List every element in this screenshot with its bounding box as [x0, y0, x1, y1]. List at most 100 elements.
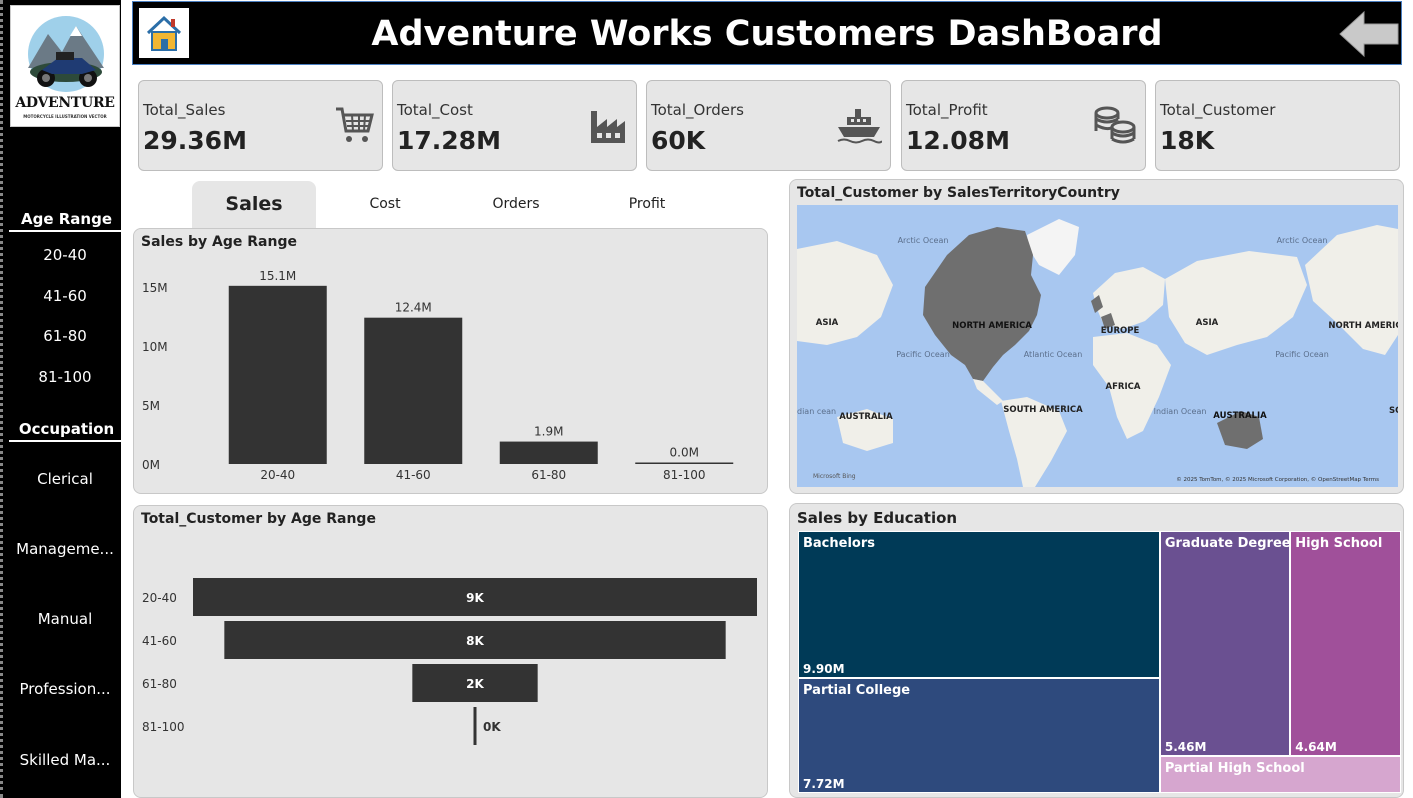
occupation-filter-professional[interactable]: Profession... — [9, 680, 121, 698]
map-attribution[interactable]: © 2025 TomTom, © 2025 Microsoft Corporat… — [1176, 476, 1379, 483]
map-label-north-america: NORTH AMERICA — [952, 321, 1032, 331]
kpi-card-total-orders: Total_Orders 60K — [646, 80, 891, 171]
treemap-tile-name: Bachelors — [803, 536, 875, 551]
age-filter-41-60[interactable]: 41-60 — [9, 287, 121, 305]
map-label-australia-right: AUSTRALIA — [1213, 411, 1267, 421]
customers-by-age-panel: Total_Customer by Age Range 20-40 9K 41-60… — [133, 505, 768, 798]
treemap-tile[interactable]: Partial College 7.72M — [798, 678, 1160, 793]
x-tick-label: 61-80 — [531, 468, 566, 482]
y-tick-label: 5M — [142, 399, 160, 413]
map-label-pacific-ocean-left: Pacific Ocean — [896, 350, 950, 359]
kpi-card-total-cost: Total_Cost 17.28M — [392, 80, 637, 171]
bar[interactable] — [499, 441, 598, 464]
bing-logo: Microsoft Bing — [813, 473, 856, 480]
age-filter-61-80[interactable]: 61-80 — [9, 327, 121, 345]
customers-by-age-chart: 20-40 9K 41-60 8K 61-80 2K 81-100 0K — [142, 578, 757, 745]
kpi-value: 12.08M — [906, 126, 1010, 155]
map-label-asia-right: ASIA — [1196, 318, 1219, 328]
map-label-arctic-ocean-right: Arctic Ocean — [1277, 236, 1328, 245]
shopping-cart-icon — [336, 107, 374, 142]
kpi-card-total-profit: Total_Profit 12.08M — [901, 80, 1146, 171]
back-arrow-icon — [1339, 10, 1399, 58]
kpi-label: Total_Orders — [651, 101, 744, 119]
treemap-tile[interactable]: High School 4.64M — [1290, 531, 1401, 757]
coins-icon — [1094, 106, 1136, 144]
tab-orders[interactable]: Orders — [454, 181, 578, 228]
page-title: Adventure Works Customers DashBoard — [371, 14, 1163, 54]
occupation-heading: Occupation — [9, 420, 124, 442]
treemap-tile-name: Partial College — [803, 683, 911, 699]
sales-by-education-treemap: Bachelors 9.90M Partial College 7.72M Gradua… — [798, 531, 1401, 793]
treemap-tile-value: 5.46M — [1164, 740, 1207, 755]
kpi-card-total-sales: Total_Sales 29.36M — [138, 80, 383, 171]
data-label: 1.9M — [534, 425, 563, 439]
bar[interactable] — [635, 462, 734, 465]
ship-icon — [837, 109, 882, 144]
logo-subtext: MOTORCYCLE ILLUSTRATION VECTOR — [23, 114, 107, 119]
adventure-logo: ADVENTURE MOTORCYCLE ILLUSTRATION VECTOR — [10, 5, 120, 127]
motorcycle-logo-icon — [28, 16, 104, 92]
treemap-tile[interactable]: Bachelors 9.90M — [798, 531, 1160, 679]
map-panel: Total_Customer by SalesTerritoryCountry … — [789, 179, 1404, 494]
age-range-heading: Age Range — [9, 210, 124, 232]
map-label-indian-ocean: Indian Ocean — [1154, 407, 1207, 416]
map-label-indian-ocean-edge: dian cean — [797, 407, 836, 416]
factory-icon — [591, 111, 625, 143]
x-tick-label: 20-40 — [260, 468, 295, 482]
sales-by-age-chart: 0M 5M 10M 15M 15.1M 20-40 12.4M 41-60 1.9M 61-80 0… — [142, 269, 734, 482]
world-map[interactable]: Arctic Ocean Arctic Ocean ASIA ASIA NORT… — [797, 205, 1398, 487]
tab-cost[interactable]: Cost — [323, 181, 447, 228]
category-label: 20-40 — [142, 591, 177, 605]
y-tick-label: 0M — [142, 458, 160, 472]
y-tick-label: 15M — [142, 281, 168, 295]
kpi-label: Total_Cost — [397, 101, 473, 119]
kpi-value: 29.36M — [143, 126, 247, 155]
funnel-bar[interactable] — [473, 707, 477, 745]
data-label: 0K — [483, 720, 501, 734]
age-filter-20-40[interactable]: 20-40 — [9, 246, 121, 264]
bar[interactable] — [228, 285, 327, 464]
kpi-label: Total_Sales — [143, 101, 226, 119]
tab-sales[interactable]: Sales — [192, 181, 316, 228]
kpi-value: 18K — [1160, 126, 1215, 155]
kpi-card-total-customer: Total_Customer 18K — [1155, 80, 1400, 171]
category-label: 41-60 — [142, 634, 177, 648]
treemap-tile[interactable]: Graduate Degree 5.46M — [1159, 531, 1291, 757]
kpi-label: Total_Customer — [1160, 101, 1276, 119]
x-tick-label: 81-100 — [663, 468, 706, 482]
data-label: 2K — [466, 677, 484, 691]
tab-profit[interactable]: Profit — [585, 181, 709, 228]
sidebar: ADVENTURE MOTORCYCLE ILLUSTRATION VECTOR… — [0, 0, 124, 798]
occupation-filter-management[interactable]: Manageme... — [9, 540, 121, 558]
data-label: 8K — [466, 634, 484, 648]
treemap-tile-name: High School — [1295, 536, 1383, 551]
map-label-pacific-ocean-right: Pacific Ocean — [1275, 350, 1329, 359]
age-filter-81-100[interactable]: 81-100 — [9, 368, 121, 386]
map-label-atlantic-ocean: Atlantic Ocean — [1024, 350, 1083, 359]
category-label: 81-100 — [142, 720, 185, 734]
map-label-africa: AFRICA — [1106, 382, 1141, 392]
map-label-asia-left: ASIA — [816, 318, 839, 328]
occupation-filter-manual[interactable]: Manual — [9, 610, 121, 628]
back-button[interactable] — [1337, 6, 1401, 62]
bar[interactable] — [364, 317, 463, 464]
sales-by-education-panel: Sales by Education Bachelors 9.90M Partial… — [789, 503, 1404, 798]
treemap-tile[interactable]: Partial High School — [1159, 756, 1401, 793]
map-label-australia-left: AUSTRALIA — [839, 412, 893, 422]
treemap-tile-name: Graduate Degree — [1164, 536, 1291, 551]
data-label: 0.0M — [670, 446, 699, 460]
occupation-filter-skilled-manual[interactable]: Skilled Ma... — [9, 751, 121, 769]
kpi-value: 17.28M — [397, 126, 501, 155]
map-label-south-america: SOUTH AMERICA — [1003, 405, 1083, 415]
occupation-filter-clerical[interactable]: Clerical — [9, 470, 121, 488]
map-label-south-america-edge: SO — [1389, 406, 1398, 416]
treemap-tile-name: Partial High School — [1164, 761, 1305, 777]
data-label: 12.4M — [395, 301, 432, 315]
treemap-tile-value: 9.90M — [803, 662, 845, 677]
kpi-label: Total_Profit — [906, 101, 988, 119]
treemap-tile-value: 7.72M — [803, 776, 845, 791]
map-label-arctic-ocean-left: Arctic Ocean — [898, 236, 949, 245]
data-label: 15.1M — [259, 269, 296, 283]
chart-title: Sales by Education — [797, 509, 958, 527]
data-label: 9K — [466, 591, 484, 605]
